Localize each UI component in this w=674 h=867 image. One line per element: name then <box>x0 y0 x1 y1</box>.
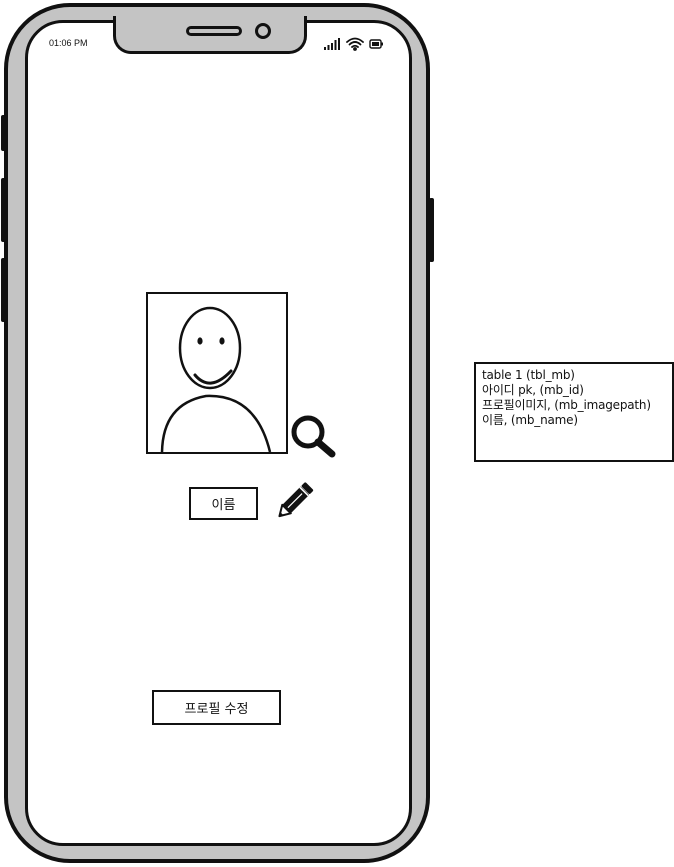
note-line: 이름, (mb_name) <box>482 413 578 427</box>
speaker-grille <box>186 26 242 36</box>
search-icon <box>291 415 336 458</box>
side-button-volume-up <box>1 178 6 242</box>
signal-icon <box>324 38 340 50</box>
note-line: 프로필이미지, (mb_imagepath) <box>482 398 651 412</box>
status-icons <box>323 36 385 52</box>
front-camera <box>255 23 271 39</box>
side-button-mute <box>1 115 6 151</box>
battery-icon <box>369 39 383 49</box>
name-field[interactable]: 이름 <box>189 487 258 520</box>
user-avatar-icon <box>160 306 272 452</box>
table-schema-note: table 1 (tbl_mb) 아이디 pk, (mb_id) 프로필이미지,… <box>474 362 674 462</box>
wireframe-canvas: 01:06 PM 이름 프로필 수정 table 1 (tbl_mb) 아이디 … <box>0 0 674 867</box>
wifi-icon <box>346 37 364 51</box>
side-button-power <box>429 198 434 262</box>
profile-image <box>146 292 288 454</box>
note-line: 아이디 pk, (mb_id) <box>482 383 584 397</box>
profile-edit-button[interactable]: 프로필 수정 <box>152 690 281 725</box>
edit-name-button[interactable] <box>272 479 318 525</box>
side-button-volume-down <box>1 258 6 322</box>
note-line: table 1 (tbl_mb) <box>482 368 575 382</box>
status-time: 01:06 PM <box>49 38 88 48</box>
search-button[interactable] <box>289 414 337 458</box>
pencil-icon <box>278 482 314 518</box>
